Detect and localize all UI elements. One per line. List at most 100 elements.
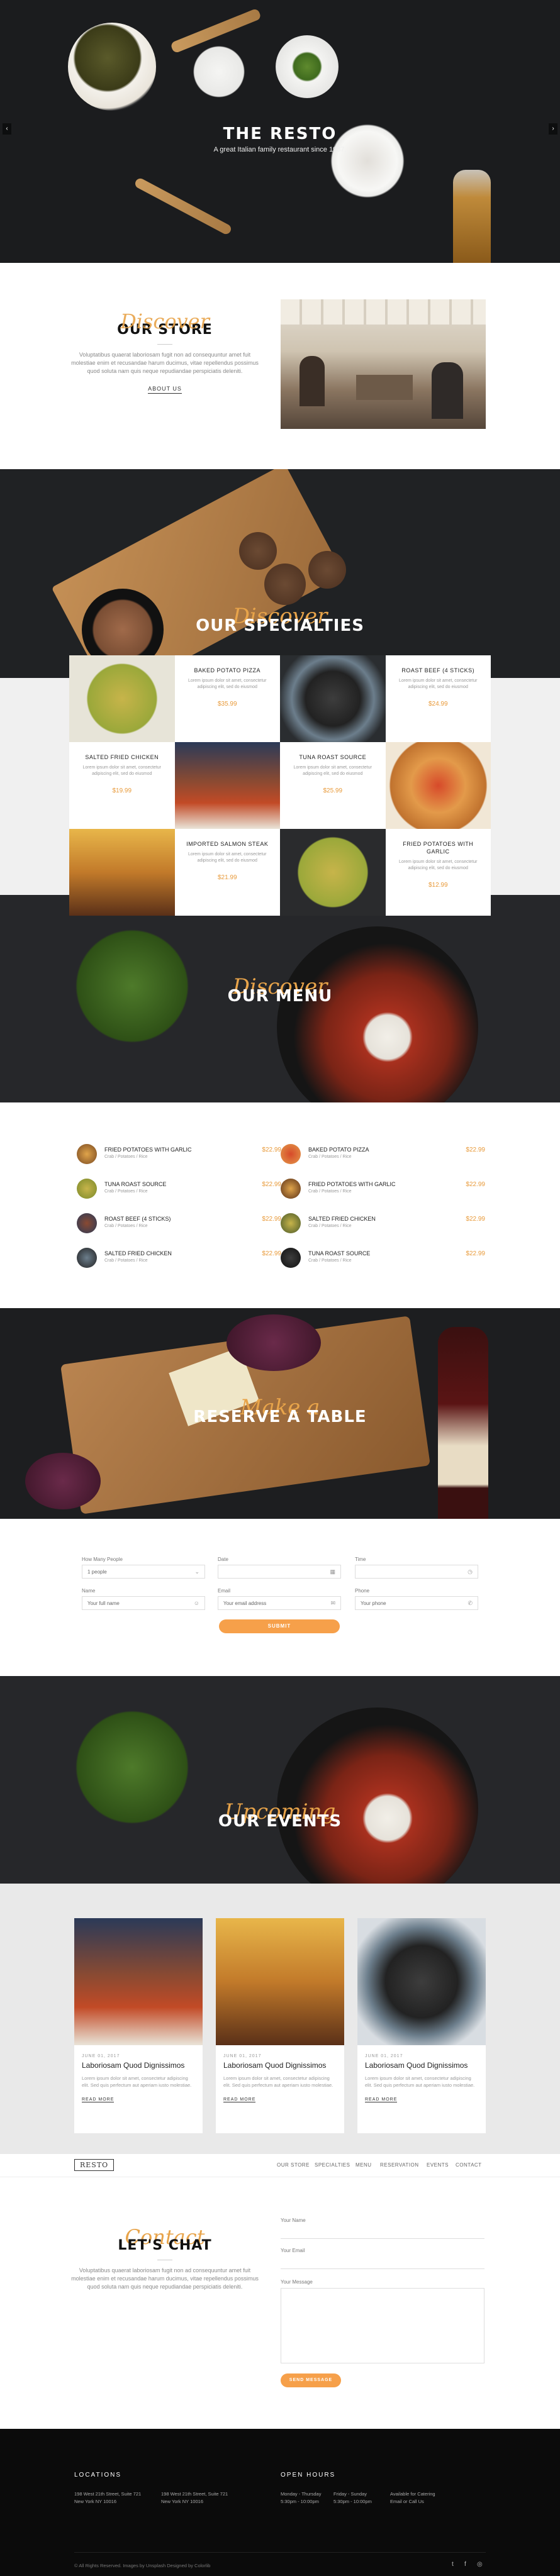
nav-item-reservation[interactable]: RESERVATION bbox=[380, 2162, 419, 2168]
menu-item-thumbnail bbox=[77, 1248, 97, 1268]
name-placeholder: Your full name bbox=[87, 1601, 120, 1606]
event-date: JUNE 01, 2017 bbox=[82, 2054, 120, 2058]
nav-item-contact[interactable]: CONTACT bbox=[456, 2162, 482, 2168]
people-label: How Many People bbox=[82, 1557, 123, 1562]
menu-item[interactable]: FRIED POTATOES WITH GARLIC Crab / Potato… bbox=[281, 1176, 485, 1201]
specialty-card[interactable]: FRIED POTATOES WITH GARLIC Lorem ipsum d… bbox=[385, 829, 491, 916]
menu-item-name: TUNA ROAST SOURCE bbox=[308, 1250, 371, 1257]
send-message-button[interactable]: SEND MESSAGE bbox=[281, 2373, 341, 2387]
menu-item-desc: Crab / Potatoes / Rice bbox=[308, 1189, 352, 1194]
hours-days: Friday - Sunday bbox=[333, 2491, 367, 2497]
facebook-icon[interactable]: f bbox=[464, 2561, 466, 2568]
grapes-image bbox=[25, 1453, 101, 1509]
read-more-link[interactable]: READ MORE bbox=[223, 2097, 256, 2102]
menu-item[interactable]: TUNA ROAST SOURCE Crab / Potatoes / Rice… bbox=[281, 1245, 485, 1270]
menu-list-section: FRIED POTATOES WITH GARLIC Crab / Potato… bbox=[0, 1102, 560, 1308]
contact-text: Voluptatibus quaerat laboriosam fugit no… bbox=[71, 2267, 259, 2290]
event-card[interactable]: JUNE 01, 2017 Laboriosam Quod Dignissimo… bbox=[74, 1918, 203, 2133]
hero-subtitle: A great Italian family restaurant since … bbox=[213, 146, 347, 153]
your-email-input[interactable] bbox=[281, 2255, 484, 2269]
contact-heading: LET'S CHAT bbox=[118, 2238, 212, 2253]
specialty-name: FRIED POTATOES WITH GARLIC bbox=[403, 841, 474, 855]
phone-icon: ✆ bbox=[468, 1600, 473, 1606]
nav-item-our-store[interactable]: OUR STORE bbox=[277, 2162, 310, 2168]
submit-button[interactable]: SUBMIT bbox=[219, 1619, 340, 1633]
menu-item-name: FRIED POTATOES WITH GARLIC bbox=[104, 1146, 192, 1153]
name-input[interactable]: Your full name ☺ bbox=[82, 1596, 205, 1610]
name-label: Name bbox=[82, 1588, 96, 1594]
hero-section: ‹ › THE RESTO A great Italian family res… bbox=[0, 0, 560, 263]
your-email-label: Your Email bbox=[281, 2248, 305, 2253]
olives-bowl-image bbox=[68, 23, 156, 111]
event-image bbox=[74, 1918, 203, 2045]
twitter-icon[interactable]: t bbox=[452, 2561, 454, 2568]
event-card[interactable]: JUNE 01, 2017 Laboriosam Quod Dignissimo… bbox=[357, 1918, 486, 2133]
location-address: 198 West 21th Street, Suite 721 bbox=[74, 2491, 142, 2497]
location-city: New York NY 10016 bbox=[74, 2499, 116, 2504]
date-input[interactable]: ▦ bbox=[218, 1565, 341, 1579]
your-message-textarea[interactable] bbox=[281, 2288, 484, 2363]
reserve-banner: Make a RESERVE A TABLE bbox=[0, 1308, 560, 1519]
time-input[interactable]: ◷ bbox=[355, 1565, 478, 1579]
menu-item-price: $22.99 bbox=[262, 1250, 281, 1257]
menu-item-desc: Crab / Potatoes / Rice bbox=[308, 1224, 352, 1228]
about-us-link[interactable]: ABOUT US bbox=[148, 386, 182, 394]
chevron-down-icon: ⌄ bbox=[194, 1568, 199, 1575]
specialty-price: $25.99 bbox=[323, 787, 343, 794]
menu-item-name: FRIED POTATOES WITH GARLIC bbox=[308, 1181, 396, 1187]
menu-item-price: $22.99 bbox=[262, 1216, 281, 1223]
event-card[interactable]: JUNE 01, 2017 Laboriosam Quod Dignissimo… bbox=[216, 1918, 344, 2133]
specialty-card[interactable]: ROAST BEEF (4 STICKS) Lorem ipsum dolor … bbox=[385, 655, 491, 742]
menu-item[interactable]: TUNA ROAST SOURCE Crab / Potatoes / Rice… bbox=[77, 1176, 281, 1201]
copyright-text: © All Rights Reserved. Images by Unsplas… bbox=[74, 2563, 211, 2568]
breadstick-image bbox=[133, 177, 233, 236]
nav-item-events[interactable]: EVENTS bbox=[427, 2162, 449, 2168]
specialty-card[interactable]: IMPORTED SALMON STEAK Lorem ipsum dolor … bbox=[174, 829, 280, 916]
pasta-image bbox=[69, 655, 175, 742]
menu-item[interactable]: ROAST BEEF (4 STICKS) Crab / Potatoes / … bbox=[77, 1211, 281, 1236]
oil-bottle-image bbox=[453, 170, 491, 263]
open-hours-heading: OPEN HOURS bbox=[281, 2472, 336, 2479]
instagram-icon[interactable]: ◎ bbox=[477, 2561, 483, 2568]
pan-dish-image bbox=[280, 655, 386, 742]
location-city: New York NY 10016 bbox=[161, 2499, 203, 2504]
menu-item-thumbnail bbox=[281, 1179, 301, 1199]
read-more-link[interactable]: READ MORE bbox=[365, 2097, 398, 2102]
people-select[interactable]: 1 people ⌄ bbox=[82, 1565, 205, 1579]
specialty-card[interactable]: SALTED FRIED CHICKEN Lorem ipsum dolor s… bbox=[69, 742, 175, 829]
read-more-link[interactable]: READ MORE bbox=[82, 2097, 115, 2102]
user-icon: ☺ bbox=[193, 1600, 199, 1606]
menu-item-name: TUNA ROAST SOURCE bbox=[104, 1181, 167, 1187]
store-section: Discover OUR STORE Voluptatibus quaerat … bbox=[0, 263, 560, 469]
specialty-card[interactable]: BAKED POTATO PIZZA Lorem ipsum dolor sit… bbox=[174, 655, 280, 742]
hero-title: THE RESTO bbox=[223, 125, 337, 143]
site-logo[interactable]: RESTO bbox=[74, 2159, 115, 2171]
nav-item-specialties[interactable]: SPECIALTIES bbox=[315, 2162, 350, 2168]
event-title[interactable]: Laboriosam Quod Dignissimos bbox=[365, 2061, 478, 2070]
specialty-card[interactable]: TUNA ROAST SOURCE Lorem ipsum dolor sit … bbox=[280, 742, 386, 829]
menu-item[interactable]: SALTED FRIED CHICKEN Crab / Potatoes / R… bbox=[281, 1211, 485, 1236]
fries-image bbox=[69, 829, 175, 916]
specialty-desc: Lorem ipsum dolor sit amet, consectetur … bbox=[188, 679, 267, 689]
email-input[interactable]: Your email address ✉ bbox=[218, 1596, 341, 1610]
menu-item-price: $22.99 bbox=[466, 1216, 485, 1223]
specialty-name: BAKED POTATO PIZZA bbox=[194, 667, 261, 674]
clock-icon: ◷ bbox=[468, 1568, 473, 1575]
catering-text: Available for Catering bbox=[390, 2491, 435, 2497]
grapes-image bbox=[227, 1314, 321, 1371]
specialty-desc: Lorem ipsum dolor sit amet, consectetur … bbox=[82, 765, 162, 776]
nav-item-menu[interactable]: MENU bbox=[356, 2162, 372, 2168]
menu-item-thumbnail bbox=[281, 1213, 301, 1233]
event-title[interactable]: Laboriosam Quod Dignissimos bbox=[82, 2061, 195, 2070]
phone-input[interactable]: Your phone ✆ bbox=[355, 1596, 478, 1610]
menu-item[interactable]: FRIED POTATOES WITH GARLIC Crab / Potato… bbox=[77, 1141, 281, 1167]
menu-item[interactable]: SALTED FRIED CHICKEN Crab / Potatoes / R… bbox=[77, 1245, 281, 1270]
menu-item-price: $22.99 bbox=[466, 1181, 485, 1188]
menu-item[interactable]: BAKED POTATO PIZZA Crab / Potatoes / Ric… bbox=[281, 1141, 485, 1167]
your-name-input[interactable] bbox=[281, 2225, 484, 2239]
catering-contact: Email or Call Us bbox=[390, 2499, 424, 2504]
event-title[interactable]: Laboriosam Quod Dignissimos bbox=[223, 2061, 337, 2070]
pizza-image bbox=[385, 742, 491, 829]
hours-time: 5:30pm - 10:00pm bbox=[281, 2499, 319, 2504]
specialty-desc: Lorem ipsum dolor sit amet, consectetur … bbox=[399, 860, 478, 870]
